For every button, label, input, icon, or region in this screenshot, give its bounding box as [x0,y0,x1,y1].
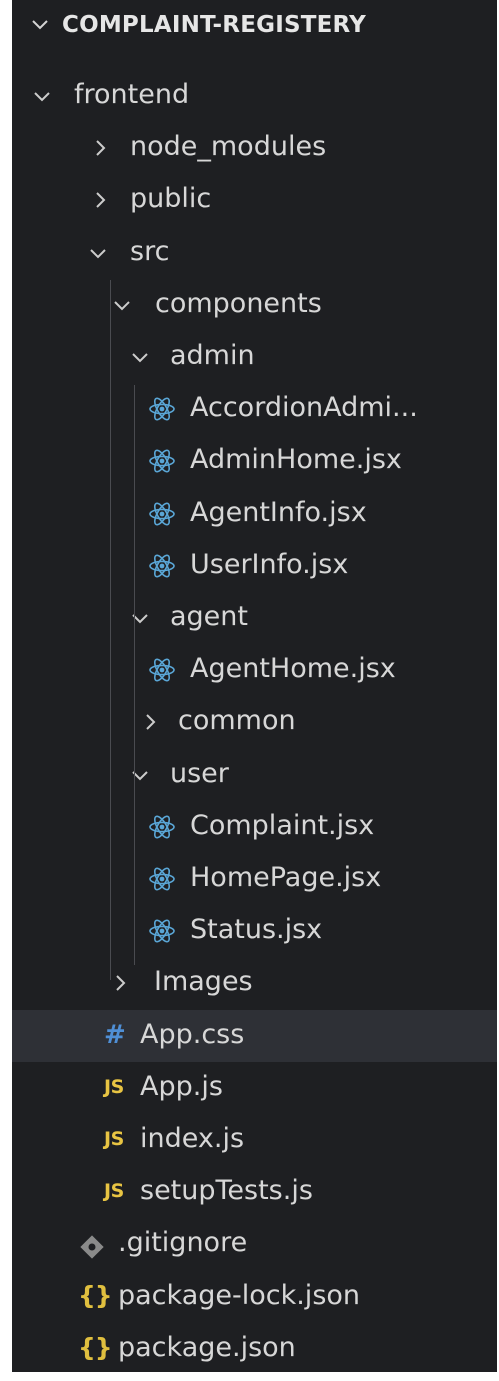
folder-item-node-modules[interactable]: node_modules [12,122,497,174]
file-item-userinfo-jsx[interactable]: UserInfo.jsx [12,540,497,592]
git-icon [80,1235,104,1260]
item-label: Images [154,966,253,998]
item-label: AgentInfo.jsx [190,496,367,528]
item-label: node_modules [130,131,327,163]
json-file-icon: {} [78,1332,113,1362]
js-file-icon: JS [104,1075,124,1098]
item-label: package-lock.json [118,1279,361,1311]
chevron-down-icon[interactable] [88,243,108,263]
chevron-down-icon[interactable] [30,14,50,34]
explorer-panel: COMPLAINT-REGISTERY backend frontendnode… [12,0,497,1372]
item-label: AdminHome.jsx [190,444,402,476]
chevron-down-icon[interactable] [130,608,150,628]
css-file-icon: # [104,1019,126,1050]
chevron-down-icon[interactable] [32,86,52,106]
react-icon [149,919,175,943]
react-icon [149,449,175,473]
react-icon [149,502,175,526]
chevron-right-icon[interactable] [90,138,110,158]
item-label: App.js [140,1070,223,1102]
item-label: AccordionAdmi... [190,392,418,424]
item-label: HomePage.jsx [190,862,382,893]
file-item-package-lock-json[interactable]: {} package-lock.json [12,1271,497,1323]
file-item-status-jsx[interactable]: Status.jsx [12,905,497,957]
file-item-index-js[interactable]: JS index.js [12,1114,497,1166]
file-item-package-json[interactable]: {} package.json [12,1323,497,1372]
js-file-icon: JS [104,1128,124,1150]
file-item-gitignore[interactable]: .gitignore [12,1218,497,1270]
item-label: setupTests.js [140,1175,313,1207]
item-label: common [178,705,296,737]
item-label: UserInfo.jsx [190,548,349,580]
item-label: frontend [74,79,190,110]
item-label: package.json [118,1331,296,1363]
file-item-app-js[interactable]: JS App.js [12,1062,497,1114]
item-label: admin [170,340,255,371]
chevron-right-icon[interactable] [110,973,130,993]
folder-item-admin[interactable]: admin [12,331,497,383]
react-icon [149,658,175,682]
item-label: agent [170,601,248,632]
indent-guide-src [110,280,111,980]
folder-item-common[interactable]: common [12,696,497,748]
chevron-right-icon[interactable] [140,712,160,732]
item-label: App.css [140,1018,245,1050]
indent-guide-components [134,385,135,965]
folder-item-agent[interactable]: agent [12,592,497,644]
item-label: AgentHome.jsx [190,653,396,685]
explorer-header[interactable]: COMPLAINT-REGISTERY [12,0,497,50]
react-icon [149,397,175,421]
item-label: index.js [140,1123,245,1154]
file-item-adminhome-jsx[interactable]: AdminHome.jsx [12,435,497,487]
folder-item-user[interactable]: user [12,749,497,801]
item-label: Complaint.jsx [190,809,375,841]
chevron-right-icon[interactable] [90,190,110,210]
file-item-homepage-jsx[interactable]: HomePage.jsx [12,853,497,905]
file-item-app-css[interactable]: # App.css [12,1009,497,1062]
chevron-down-icon[interactable] [130,765,150,785]
file-item-complaint-jsx[interactable]: Complaint.jsx [12,801,497,853]
file-item-accordionadmi[interactable]: AccordionAdmi... [12,383,497,435]
folder-item-frontend[interactable]: frontend [12,70,497,122]
folder-item-components[interactable]: components [12,279,497,331]
file-item-agentinfo-jsx[interactable]: AgentInfo.jsx [12,488,497,540]
react-icon [149,815,175,839]
chevron-down-icon[interactable] [130,347,150,367]
item-label: Status.jsx [190,914,323,946]
file-item-agenthome-jsx[interactable]: AgentHome.jsx [12,644,497,696]
js-file-icon: JS [104,1180,124,1203]
chevron-down-icon[interactable] [112,295,132,315]
item-label: public [130,183,212,215]
item-label: .gitignore [118,1227,248,1259]
folder-item-images[interactable]: Images [12,957,497,1009]
file-item-setuptests-js[interactable]: JS setupTests.js [12,1166,497,1218]
react-icon [149,867,175,891]
folder-item-src[interactable]: src [12,227,497,279]
react-icon [149,554,175,578]
item-label: src [130,235,170,267]
frame-bottom-edge [0,1372,499,1381]
folder-item-public[interactable]: public [12,174,497,226]
workspace-title: COMPLAINT-REGISTERY [62,12,367,38]
json-file-icon: {} [78,1280,113,1310]
item-label: components [155,287,322,319]
item-label: user [170,757,229,789]
